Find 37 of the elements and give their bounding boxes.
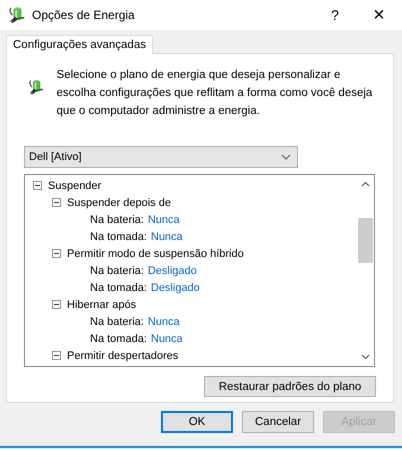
close-button[interactable]: × bbox=[356, 4, 402, 26]
setting-label: Na bateria: bbox=[90, 214, 144, 226]
power-plug-icon bbox=[8, 6, 26, 24]
collapse-icon[interactable] bbox=[52, 300, 61, 309]
scroll-up-icon[interactable] bbox=[361, 181, 370, 187]
setting-label: Na tomada: bbox=[90, 332, 147, 344]
tree-item[interactable]: Hibernar após bbox=[67, 298, 136, 310]
dialog-button[interactable]: Cancelar bbox=[242, 411, 314, 433]
setting-value[interactable]: Nunca bbox=[150, 332, 183, 344]
setting-value[interactable]: Desligado bbox=[150, 282, 200, 294]
chevron-down-icon bbox=[281, 154, 291, 160]
scrollbar-thumb[interactable] bbox=[358, 218, 373, 263]
dropdown-value: Dell [Ativo] bbox=[29, 151, 82, 163]
setting-label: Na tomada: bbox=[90, 282, 147, 294]
setting-label: Na bateria: bbox=[90, 316, 144, 328]
setting-value[interactable]: Nunca bbox=[150, 230, 183, 242]
description-text: Selecione o plano de energia que deseja personalizar e escolha configurações que reflitam a forma como você deseja que o computador administre a energia. bbox=[56, 68, 374, 119]
setting-label: Na bateria: bbox=[90, 264, 144, 276]
help-button[interactable]: ? bbox=[320, 7, 350, 23]
tree-item[interactable]: Suspender bbox=[48, 180, 102, 192]
tree-item[interactable]: Permitir despertadores bbox=[67, 350, 178, 362]
dialog-button[interactable]: OK bbox=[161, 411, 233, 433]
collapse-icon[interactable] bbox=[52, 249, 61, 258]
restore-defaults-button[interactable]: Restaurar padrões do plano bbox=[204, 376, 376, 397]
tab[interactable]: Configurações avançadas bbox=[6, 35, 153, 54]
scroll-down-icon[interactable] bbox=[361, 354, 370, 360]
collapse-icon[interactable] bbox=[52, 351, 61, 360]
setting-label: Na tomada: bbox=[90, 230, 147, 242]
tree-item[interactable]: Permitir modo de suspensão híbrido bbox=[67, 248, 244, 260]
collapse-icon[interactable] bbox=[52, 198, 61, 207]
setting-value[interactable]: Nunca bbox=[148, 214, 180, 226]
collapse-icon[interactable] bbox=[33, 181, 42, 190]
setting-value[interactable]: Nunca bbox=[148, 316, 180, 328]
tree-item[interactable]: Suspender depois de bbox=[67, 196, 171, 208]
setting-value[interactable]: Desligado bbox=[148, 264, 197, 276]
window-title: Opções de Energia bbox=[32, 8, 136, 22]
plan-dropdown[interactable]: Dell [Ativo] bbox=[24, 146, 298, 168]
